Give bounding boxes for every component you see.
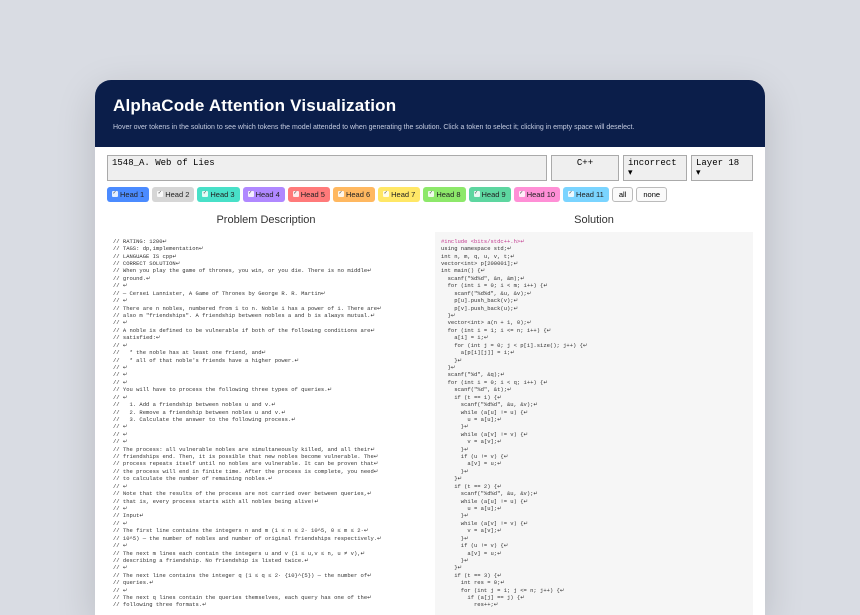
head-label: Head 4 bbox=[256, 190, 280, 199]
checkbox-icon bbox=[428, 191, 434, 197]
checkbox-icon bbox=[202, 191, 208, 197]
content-columns: Problem Description // RATING: 1200↵ // … bbox=[95, 208, 765, 615]
head-toggle-9[interactable]: Head 9 bbox=[469, 187, 511, 202]
head-label: Head 2 bbox=[165, 190, 189, 199]
head-toggle-2[interactable]: Head 2 bbox=[152, 187, 194, 202]
app-title: AlphaCode Attention Visualization bbox=[113, 96, 747, 116]
head-toggle-5[interactable]: Head 5 bbox=[288, 187, 330, 202]
head-toggle-8[interactable]: Head 8 bbox=[423, 187, 465, 202]
checkbox-icon bbox=[293, 191, 299, 197]
head-label: Head 1 bbox=[120, 190, 144, 199]
solution-code[interactable]: #include <bits/stdc++.h>↵ using namespac… bbox=[435, 232, 753, 615]
head-label: Head 9 bbox=[482, 190, 506, 199]
toolbar: 1548_A. Web of Lies C++ incorrect ▾ Laye… bbox=[95, 147, 765, 208]
head-label: Head 7 bbox=[391, 190, 415, 199]
verdict-select[interactable]: incorrect ▾ bbox=[623, 155, 687, 181]
problem-select[interactable]: 1548_A. Web of Lies bbox=[107, 155, 547, 181]
problem-column: Problem Description // RATING: 1200↵ // … bbox=[107, 214, 425, 615]
selector-row: 1548_A. Web of Lies C++ incorrect ▾ Laye… bbox=[107, 155, 753, 181]
head-toggle-6[interactable]: Head 6 bbox=[333, 187, 375, 202]
checkbox-icon bbox=[338, 191, 344, 197]
head-label: Head 5 bbox=[301, 190, 325, 199]
checkbox-icon bbox=[519, 191, 525, 197]
all-button[interactable]: all bbox=[612, 187, 634, 202]
head-label: Head 6 bbox=[346, 190, 370, 199]
head-toggle-4[interactable]: Head 4 bbox=[243, 187, 285, 202]
checkbox-icon bbox=[383, 191, 389, 197]
language-select[interactable]: C++ bbox=[551, 155, 619, 181]
head-label: Head 8 bbox=[436, 190, 460, 199]
head-label: Head 3 bbox=[210, 190, 234, 199]
checkbox-icon bbox=[157, 191, 163, 197]
checkbox-icon bbox=[568, 191, 574, 197]
head-toggle-7[interactable]: Head 7 bbox=[378, 187, 420, 202]
head-toggle-11[interactable]: Head 11 bbox=[563, 187, 609, 202]
include-directive: #include <bits/stdc++.h>↵ bbox=[441, 238, 525, 245]
checkbox-icon bbox=[112, 191, 118, 197]
head-toggle-10[interactable]: Head 10 bbox=[514, 187, 560, 202]
solution-body: using namespace std;↵ int n, m, q, u, v,… bbox=[441, 245, 588, 608]
problem-column-title: Problem Description bbox=[107, 214, 425, 226]
problem-code[interactable]: // RATING: 1200↵ // TAGS: dp,implementat… bbox=[107, 232, 425, 615]
checkbox-icon bbox=[248, 191, 254, 197]
app-subtitle: Hover over tokens in the solution to see… bbox=[113, 123, 747, 133]
head-toggle-1[interactable]: Head 1 bbox=[107, 187, 149, 202]
app-window: AlphaCode Attention Visualization Hover … bbox=[95, 80, 765, 615]
app-header: AlphaCode Attention Visualization Hover … bbox=[95, 80, 765, 147]
head-label: Head 11 bbox=[576, 190, 604, 199]
layer-select[interactable]: Layer 18 ▾ bbox=[691, 155, 753, 181]
head-toggle-3[interactable]: Head 3 bbox=[197, 187, 239, 202]
head-label: Head 10 bbox=[527, 190, 555, 199]
heads-row: Head 1 Head 2 Head 3 Head 4 Head 5 Head 6 Head… bbox=[107, 187, 753, 202]
solution-column-title: Solution bbox=[435, 214, 753, 226]
solution-column: Solution #include <bits/stdc++.h>↵ using… bbox=[435, 214, 753, 615]
none-button[interactable]: none bbox=[636, 187, 667, 202]
checkbox-icon bbox=[474, 191, 480, 197]
